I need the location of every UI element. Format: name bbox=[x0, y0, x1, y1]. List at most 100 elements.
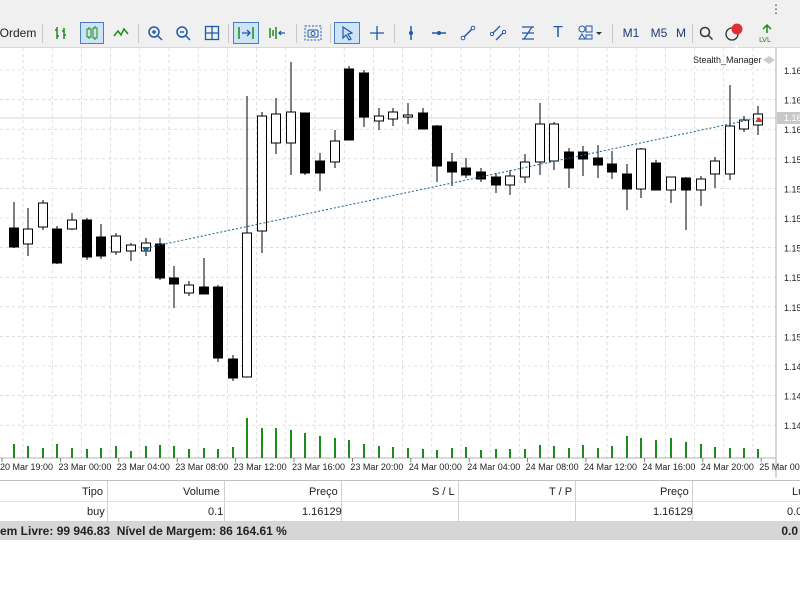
x-tick-label: 23 Mar 04:00 bbox=[117, 462, 170, 472]
col-header-tp[interactable]: T / P bbox=[549, 486, 572, 498]
y-tick-label: 1.16 bbox=[784, 66, 800, 76]
volume-bar bbox=[363, 444, 365, 458]
candle-bearish bbox=[96, 236, 106, 257]
more-icon[interactable]: ⋮ bbox=[770, 2, 782, 16]
candle-bullish bbox=[696, 178, 706, 191]
col-header-preco[interactable]: Preço bbox=[309, 486, 338, 498]
indicator-hat-icon bbox=[763, 56, 775, 64]
new-order-button[interactable]: Ordem bbox=[0, 22, 36, 44]
x-tick-label: 24 Mar 12:00 bbox=[584, 462, 637, 472]
cell-tipo[interactable]: buy bbox=[87, 506, 105, 518]
candle-bearish bbox=[607, 163, 617, 173]
volume-bar bbox=[42, 448, 44, 458]
candle-bearish bbox=[82, 219, 92, 258]
candle-bullish bbox=[388, 111, 398, 120]
toolbar-separator bbox=[138, 24, 139, 43]
toolbar-separator bbox=[612, 24, 613, 43]
vertical-line-icon[interactable] bbox=[400, 22, 422, 44]
equidistant-channel-icon[interactable] bbox=[487, 22, 509, 44]
cell-preco-current[interactable]: 1.16129 bbox=[653, 506, 693, 518]
volume-bar bbox=[13, 444, 15, 458]
volume-bar bbox=[670, 438, 672, 458]
autoscroll-icon[interactable] bbox=[233, 22, 259, 44]
trend-line-icon[interactable] bbox=[457, 22, 479, 44]
cursor-icon[interactable] bbox=[334, 22, 360, 44]
price-chart[interactable]: 1.16 1.16 1.16 1.15 1.15 1.15 1.15 1.15 1.15 1.15… bbox=[0, 48, 800, 478]
chart-canvas[interactable]: 1.16 1.16 1.16 1.15 1.15 1.15 1.15 1.15 1.15 1.15… bbox=[0, 48, 800, 478]
candlestick-icon[interactable] bbox=[80, 22, 104, 44]
candle-bullish bbox=[67, 219, 77, 230]
search-icon[interactable] bbox=[696, 22, 716, 44]
volume-bar bbox=[568, 448, 570, 458]
volume-bar bbox=[509, 449, 511, 458]
col-header-tipo[interactable]: Tipo bbox=[82, 486, 103, 498]
candle-bearish bbox=[651, 162, 661, 191]
candle-bearish bbox=[155, 243, 165, 279]
volume-bar bbox=[275, 428, 277, 458]
volume-bar bbox=[436, 450, 438, 458]
fibonacci-icon[interactable] bbox=[517, 22, 539, 44]
notifications-icon[interactable] bbox=[722, 22, 744, 44]
volume-bar bbox=[232, 447, 234, 458]
x-tick-label: 24 Mar 16:00 bbox=[642, 462, 695, 472]
candle-bearish bbox=[300, 112, 310, 174]
candle-bullish bbox=[111, 235, 121, 253]
x-tick-label: 23 Mar 12:00 bbox=[234, 462, 287, 472]
candle-bearish bbox=[418, 112, 428, 130]
candle-bullish bbox=[271, 113, 281, 144]
timeframe-more-button[interactable]: M bbox=[674, 22, 688, 44]
horizontal-line-icon[interactable] bbox=[428, 22, 450, 44]
toolbar-separator bbox=[394, 24, 395, 43]
candle-bullish bbox=[23, 228, 33, 245]
volume-bar bbox=[188, 449, 190, 458]
text-icon[interactable]: T bbox=[547, 22, 569, 44]
volume-bar bbox=[597, 448, 599, 458]
zoom-out-icon[interactable] bbox=[172, 22, 194, 44]
account-status-text: em Livre: 99 946.83 Nível de Margem: 86 … bbox=[0, 524, 287, 538]
candle-bullish bbox=[257, 115, 267, 232]
crosshair-icon[interactable] bbox=[366, 22, 388, 44]
volume-bar bbox=[640, 438, 642, 458]
y-tick-label: 1.16 bbox=[784, 96, 800, 106]
volume-bar bbox=[729, 448, 731, 458]
col-header-preco-current[interactable]: Preço bbox=[660, 486, 689, 498]
volume-bar bbox=[86, 449, 88, 458]
y-tick-label: 1.16 bbox=[784, 125, 800, 135]
cell-preco[interactable]: 1.16129 bbox=[302, 506, 342, 518]
cell-volume[interactable]: 0.1 bbox=[208, 506, 223, 518]
chart-shift-icon[interactable] bbox=[264, 22, 290, 44]
cell-lucro[interactable]: 0.0 bbox=[787, 506, 800, 518]
volume-bar bbox=[159, 445, 161, 458]
y-tick-label: 1.14 bbox=[784, 421, 800, 431]
x-tick-label: 24 Mar 08:00 bbox=[526, 462, 579, 472]
candle-bullish bbox=[286, 111, 296, 144]
shapes-icon[interactable] bbox=[575, 22, 605, 44]
timeframe-m1-button[interactable]: M1 bbox=[618, 22, 644, 44]
candle-bullish bbox=[184, 284, 194, 294]
col-header-sl[interactable]: S / L bbox=[432, 486, 455, 498]
candle-bearish bbox=[9, 227, 19, 248]
toolbar-separator bbox=[692, 24, 693, 43]
y-tick-label: 1.15 bbox=[784, 332, 800, 342]
row-divider bbox=[0, 501, 800, 502]
candle-bullish bbox=[535, 123, 545, 163]
bar-chart-icon[interactable] bbox=[50, 22, 72, 44]
grid-icon[interactable] bbox=[201, 22, 223, 44]
line-chart-icon[interactable] bbox=[110, 22, 132, 44]
volume-bar bbox=[480, 450, 482, 458]
candle-bullish bbox=[636, 148, 646, 190]
candle-bearish bbox=[213, 286, 223, 359]
signal-level-icon[interactable]: LVL bbox=[756, 22, 778, 44]
col-header-volume[interactable]: Volume bbox=[183, 486, 220, 498]
candle-bullish bbox=[505, 175, 515, 186]
candle-bullish bbox=[725, 125, 735, 175]
x-tick-label: 25 Mar 00:00 bbox=[759, 462, 800, 472]
candle-bearish bbox=[476, 171, 486, 180]
volume-bar bbox=[553, 446, 555, 458]
zoom-in-icon[interactable] bbox=[144, 22, 166, 44]
x-tick-label: 24 Mar 04:00 bbox=[467, 462, 520, 472]
screenshot-icon[interactable] bbox=[302, 22, 324, 44]
col-header-lucro[interactable]: Lu bbox=[792, 486, 800, 498]
timeframe-m5-button[interactable]: M5 bbox=[646, 22, 672, 44]
volume-bar bbox=[378, 446, 380, 458]
